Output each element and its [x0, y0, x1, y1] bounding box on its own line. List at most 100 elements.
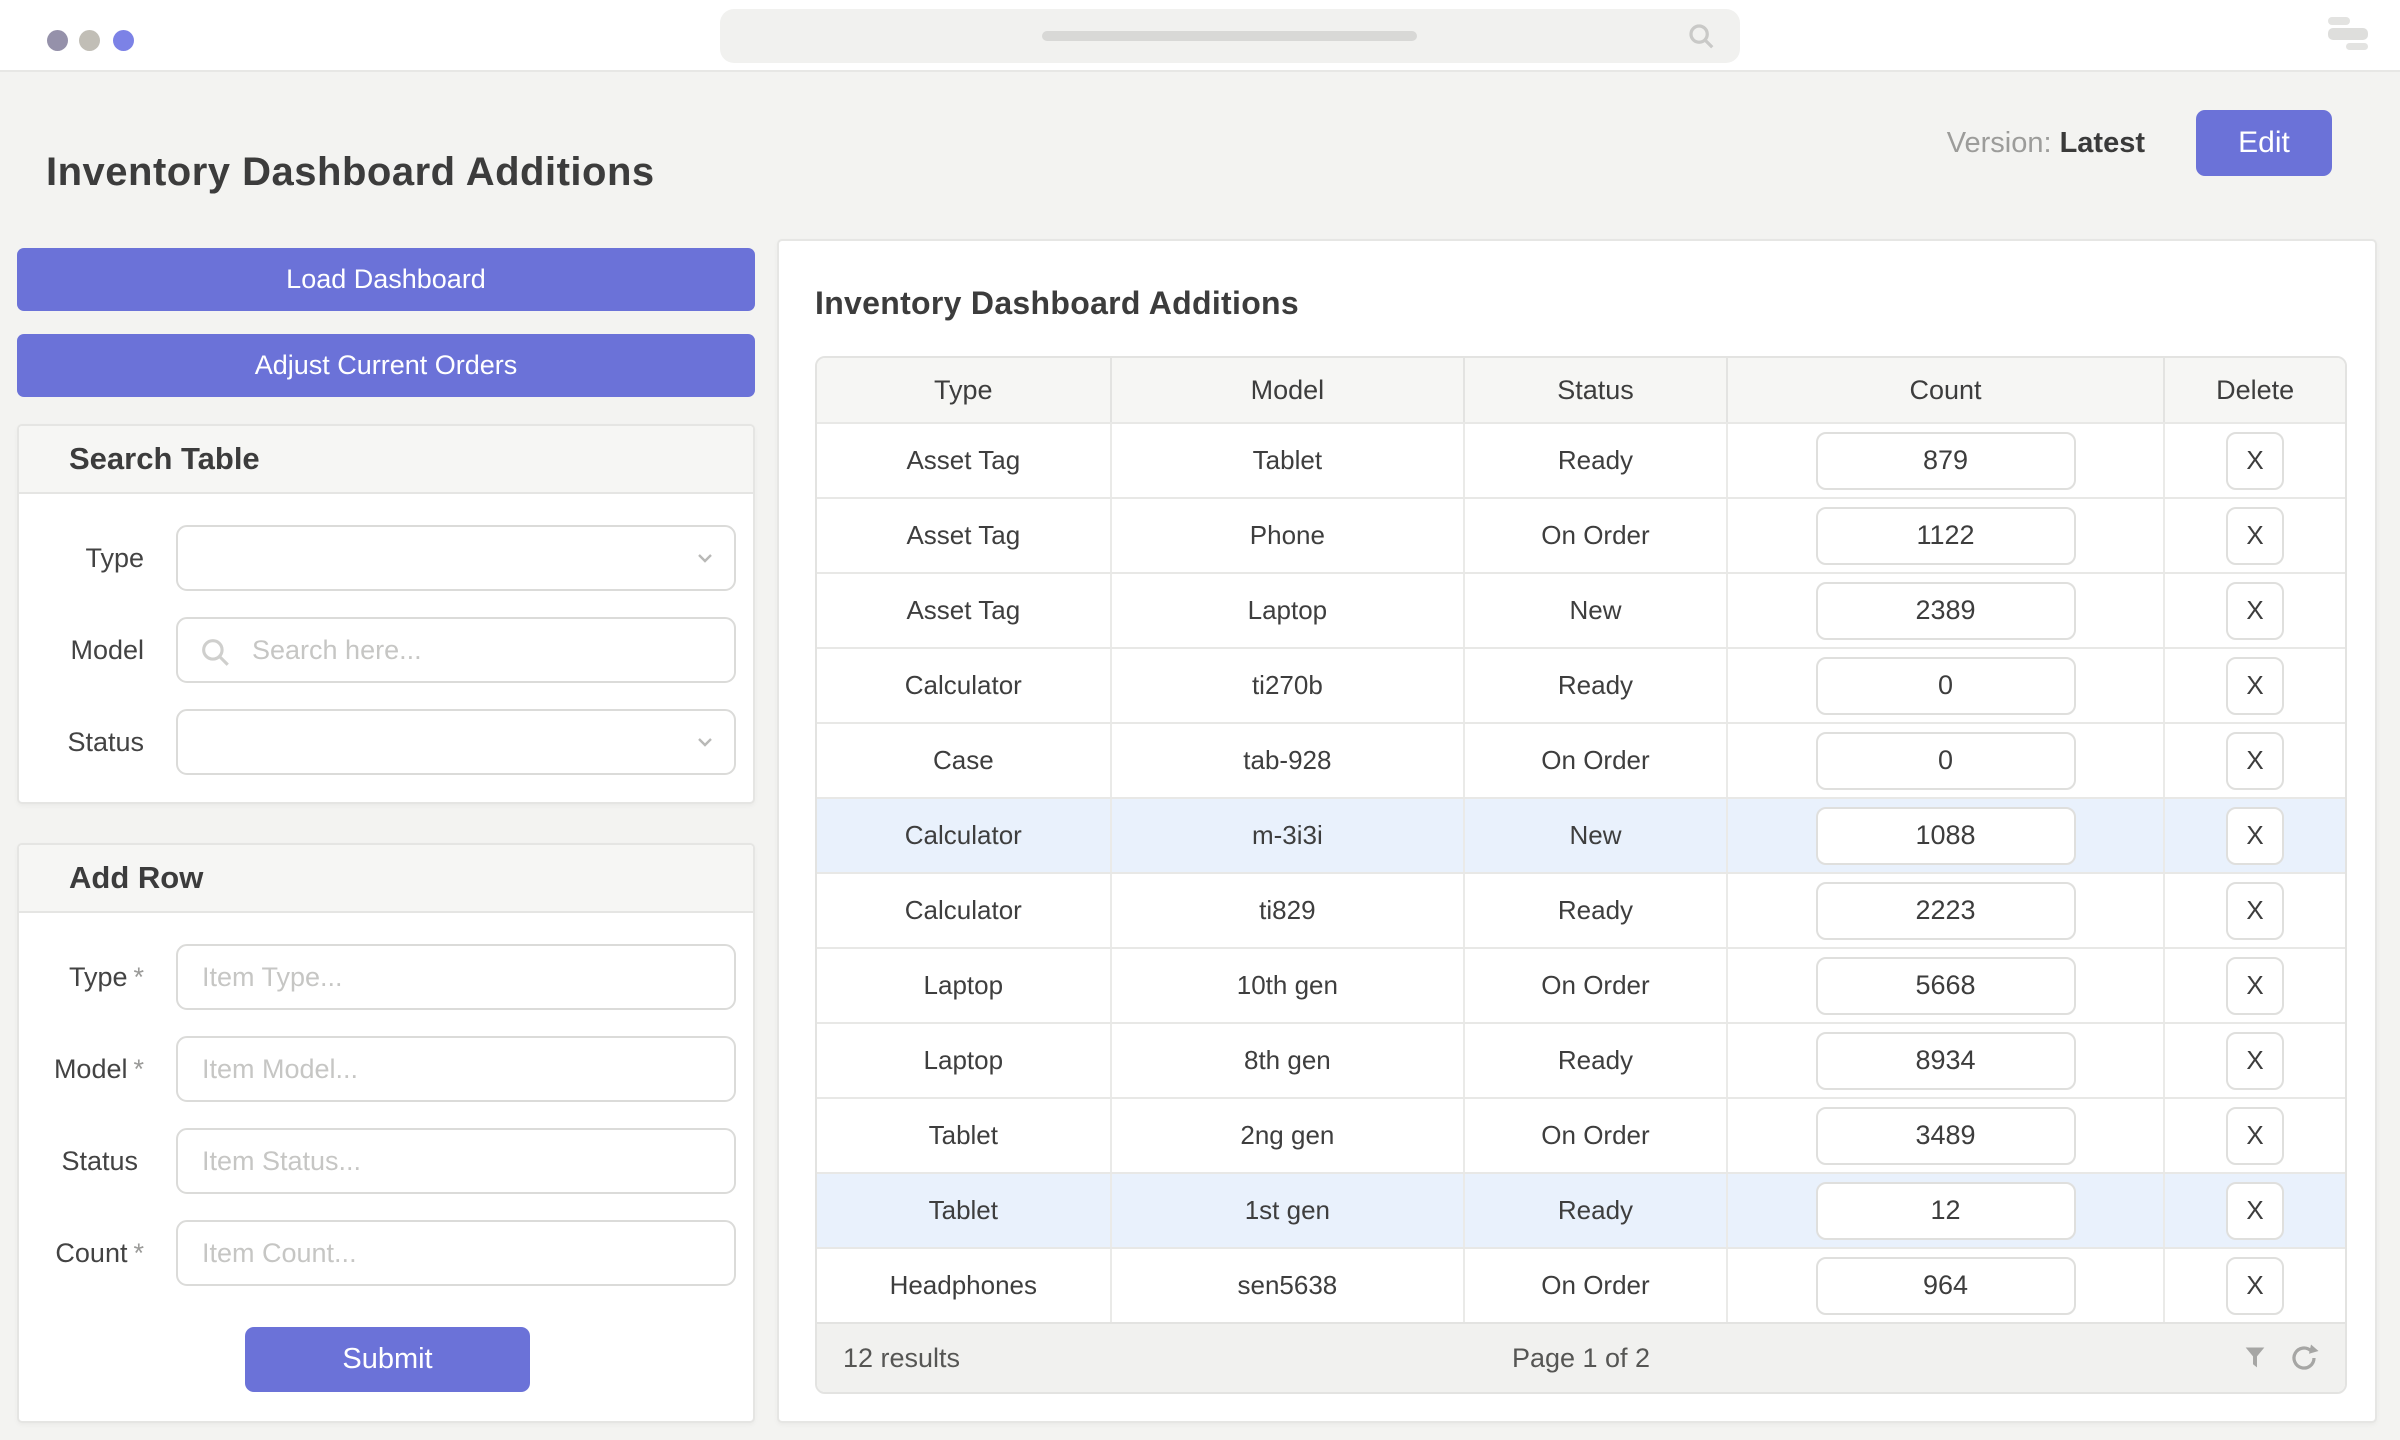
cell-count	[1728, 1174, 2166, 1247]
cell-model: 1st gen	[1112, 1174, 1466, 1247]
count-input[interactable]	[1815, 1031, 2076, 1090]
cell-type: Calculator	[817, 874, 1112, 947]
load-dashboard-button[interactable]: Load Dashboard	[17, 248, 755, 311]
count-input[interactable]	[1815, 806, 2076, 865]
item-status-input[interactable]	[178, 1130, 734, 1192]
cell-type: Laptop	[817, 949, 1112, 1022]
search-icon	[1686, 21, 1716, 56]
count-input[interactable]	[1815, 656, 2076, 715]
cell-status: On Order	[1465, 499, 1728, 572]
cell-status: New	[1465, 799, 1728, 872]
chevron-down-icon	[696, 735, 714, 753]
count-input[interactable]	[1815, 1256, 2076, 1315]
cell-type: Calculator	[817, 799, 1112, 872]
window-dot-3[interactable]	[113, 30, 134, 51]
delete-row-button[interactable]: X	[2226, 1106, 2285, 1165]
count-input[interactable]	[1815, 956, 2076, 1015]
cell-delete: X	[2165, 1249, 2345, 1322]
column-header-status: Status	[1465, 358, 1728, 422]
cell-status: On Order	[1465, 1249, 1728, 1322]
delete-row-button[interactable]: X	[2226, 656, 2285, 715]
address-search-bar[interactable]	[720, 9, 1740, 63]
delete-row-button[interactable]: X	[2226, 731, 2285, 790]
menu-bar	[2328, 17, 2350, 25]
count-input[interactable]	[1815, 1106, 2076, 1165]
cell-model: Tablet	[1112, 424, 1466, 497]
cell-delete: X	[2165, 649, 2345, 722]
delete-row-button[interactable]: X	[2226, 431, 2285, 490]
menu-icon[interactable]	[2328, 17, 2368, 50]
cell-model: 10th gen	[1112, 949, 1466, 1022]
delete-row-button[interactable]: X	[2226, 806, 2285, 865]
cell-type: Tablet	[817, 1174, 1112, 1247]
cell-model: 2ng gen	[1112, 1099, 1466, 1172]
count-input[interactable]	[1815, 581, 2076, 640]
add-status-row: Status	[19, 1128, 736, 1194]
table-row: Casetab-928On Order X	[817, 722, 2345, 797]
status-filter-label: Status	[67, 726, 144, 757]
status-field-label: Status	[61, 1145, 138, 1176]
cell-count	[1728, 874, 2166, 947]
delete-row-button[interactable]: X	[2226, 1256, 2285, 1315]
cell-count	[1728, 574, 2166, 647]
type-filter-label: Type	[85, 542, 144, 573]
cell-type: Asset Tag	[817, 499, 1112, 572]
delete-row-button[interactable]: X	[2226, 1181, 2285, 1240]
cell-delete: X	[2165, 949, 2345, 1022]
cell-status: On Order	[1465, 1099, 1728, 1172]
table-body: Asset TagTabletReadyXAsset TagPhoneOn Or…	[817, 422, 2345, 1322]
delete-row-button[interactable]: X	[2226, 881, 2285, 940]
cell-delete: X	[2165, 499, 2345, 572]
version-info: Version: Latest	[1947, 127, 2145, 160]
cell-status: New	[1465, 574, 1728, 647]
address-placeholder-pill	[1042, 31, 1417, 41]
model-field-label: Model *	[53, 1053, 144, 1084]
submit-button[interactable]: Submit	[245, 1327, 530, 1392]
cell-model: Phone	[1112, 499, 1466, 572]
column-header-count: Count	[1728, 358, 2166, 422]
cell-delete: X	[2165, 724, 2345, 797]
status-filter-select[interactable]	[176, 709, 736, 775]
cell-type: Asset Tag	[817, 574, 1112, 647]
edit-button[interactable]: Edit	[2196, 110, 2332, 176]
required-mark: *	[133, 1053, 144, 1084]
item-type-input[interactable]	[178, 946, 734, 1008]
delete-row-button[interactable]: X	[2226, 581, 2285, 640]
cell-count	[1728, 949, 2166, 1022]
window-dot-1[interactable]	[47, 30, 68, 51]
search-table-panel: Search Table Type Model Search here... S…	[17, 424, 755, 804]
type-filter-select[interactable]	[176, 525, 736, 591]
add-row-title: Add Row	[19, 845, 753, 913]
cell-count	[1728, 724, 2166, 797]
version-label: Version:	[1946, 127, 2052, 159]
add-model-row: Model *	[19, 1036, 736, 1102]
count-input[interactable]	[1815, 506, 2076, 565]
cell-type: Laptop	[817, 1024, 1112, 1097]
required-mark: *	[133, 961, 144, 992]
delete-row-button[interactable]: X	[2226, 506, 2285, 565]
table-row: Tablet2ng genOn Order X	[817, 1097, 2345, 1172]
model-search-input[interactable]	[178, 619, 734, 681]
cell-model: ti270b	[1112, 649, 1466, 722]
item-model-input[interactable]	[178, 1038, 734, 1100]
count-input[interactable]	[1815, 881, 2076, 940]
count-input[interactable]	[1815, 1181, 2076, 1240]
cell-status: Ready	[1465, 1174, 1728, 1247]
window-dot-2[interactable]	[79, 30, 100, 51]
filter-icon[interactable]	[2241, 1344, 2269, 1372]
count-input[interactable]	[1815, 431, 2076, 490]
add-type-row: Type *	[19, 944, 736, 1010]
table-row: Laptop8th genReady X	[817, 1022, 2345, 1097]
item-count-input[interactable]	[178, 1222, 734, 1284]
cell-status: On Order	[1465, 724, 1728, 797]
table-row: Asset TagTabletReady X	[817, 422, 2345, 497]
count-input[interactable]	[1815, 731, 2076, 790]
search-type-row: Type	[19, 525, 736, 591]
delete-row-button[interactable]: X	[2226, 956, 2285, 1015]
delete-row-button[interactable]: X	[2226, 1031, 2285, 1090]
count-field-box	[176, 1220, 736, 1286]
refresh-icon[interactable]	[2289, 1343, 2319, 1373]
chevron-down-icon	[696, 551, 714, 569]
cell-type: Headphones	[817, 1249, 1112, 1322]
adjust-current-orders-button[interactable]: Adjust Current Orders	[17, 334, 755, 397]
